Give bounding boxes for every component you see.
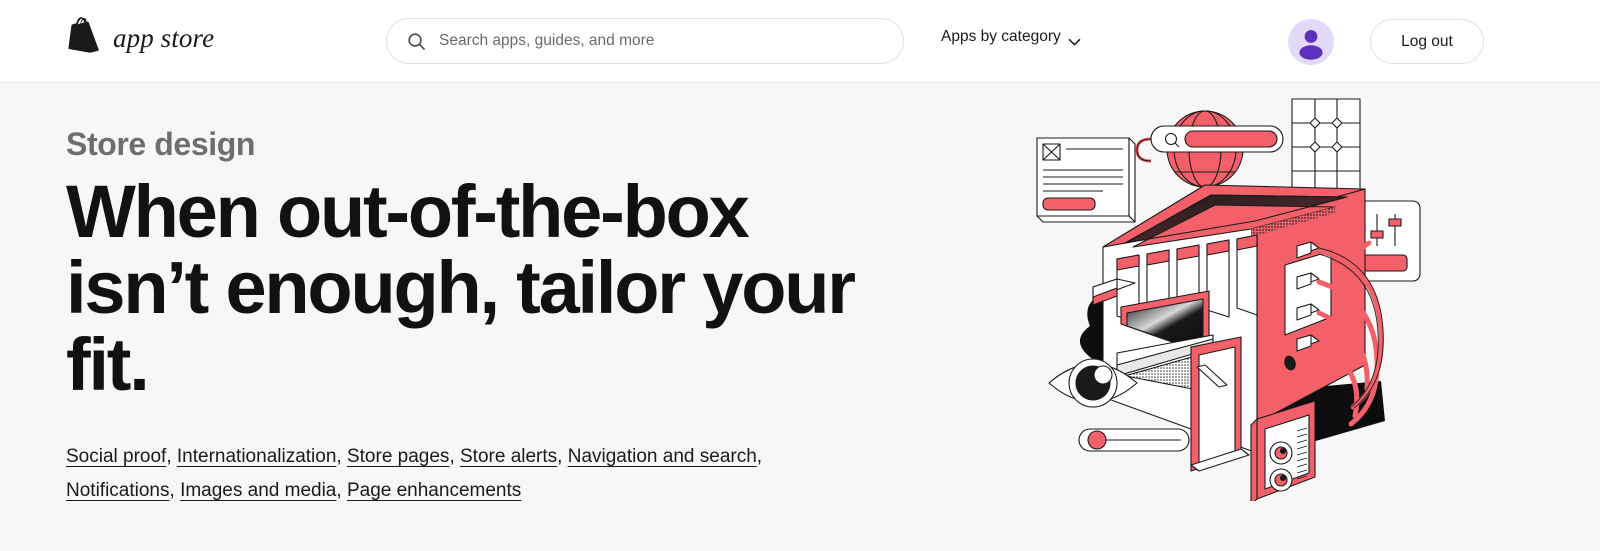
apps-by-category-menu[interactable]: Apps by category xyxy=(941,28,1081,46)
chevron-down-icon xyxy=(1068,34,1081,46)
search-box[interactable] xyxy=(386,18,904,64)
link-separator: , xyxy=(336,446,347,467)
brand-name: app store xyxy=(113,22,215,53)
link-separator: , xyxy=(166,446,177,467)
hero-copy: Store design When out-of-the-box isn’t e… xyxy=(66,126,966,406)
page-title: When out-of-the-box isn’t enough, tailor… xyxy=(66,170,856,406)
link-separator: , xyxy=(169,479,181,501)
apps-by-category-label: Apps by category xyxy=(941,28,1061,45)
link-separator: , xyxy=(336,479,347,501)
search-icon xyxy=(407,32,426,51)
topic-link[interactable]: Page enhancements xyxy=(347,480,521,501)
topic-link[interactable]: Social proof xyxy=(66,446,166,467)
topic-link[interactable]: Notifications xyxy=(66,480,170,501)
shopify-bag-icon xyxy=(64,17,100,59)
link-separator: , xyxy=(449,446,460,467)
topic-link[interactable]: Images and media xyxy=(180,480,336,501)
brand-logo-link[interactable]: app store xyxy=(64,17,214,59)
logout-button[interactable]: Log out xyxy=(1370,19,1484,64)
topic-link[interactable]: Store alerts xyxy=(460,446,557,467)
link-separator: , xyxy=(557,446,568,467)
isometric-storefront-illustration xyxy=(1025,91,1435,501)
topic-links-list: Social proof, Internationalization, Stor… xyxy=(66,440,856,508)
search-bar[interactable] xyxy=(386,18,904,64)
topic-link[interactable]: Navigation and search xyxy=(568,446,757,467)
topic-link[interactable]: Store pages xyxy=(347,446,449,467)
hero-section: Store design When out-of-the-box isn’t e… xyxy=(0,83,1600,551)
topic-link[interactable]: Internationalization xyxy=(177,446,337,467)
category-eyebrow: Store design xyxy=(66,126,256,162)
link-separator: , xyxy=(756,446,763,467)
site-header: app store Apps by category Log out xyxy=(0,0,1600,83)
top-overlay-sliver xyxy=(683,0,898,4)
search-input[interactable] xyxy=(439,19,879,63)
avatar[interactable] xyxy=(1288,19,1334,65)
